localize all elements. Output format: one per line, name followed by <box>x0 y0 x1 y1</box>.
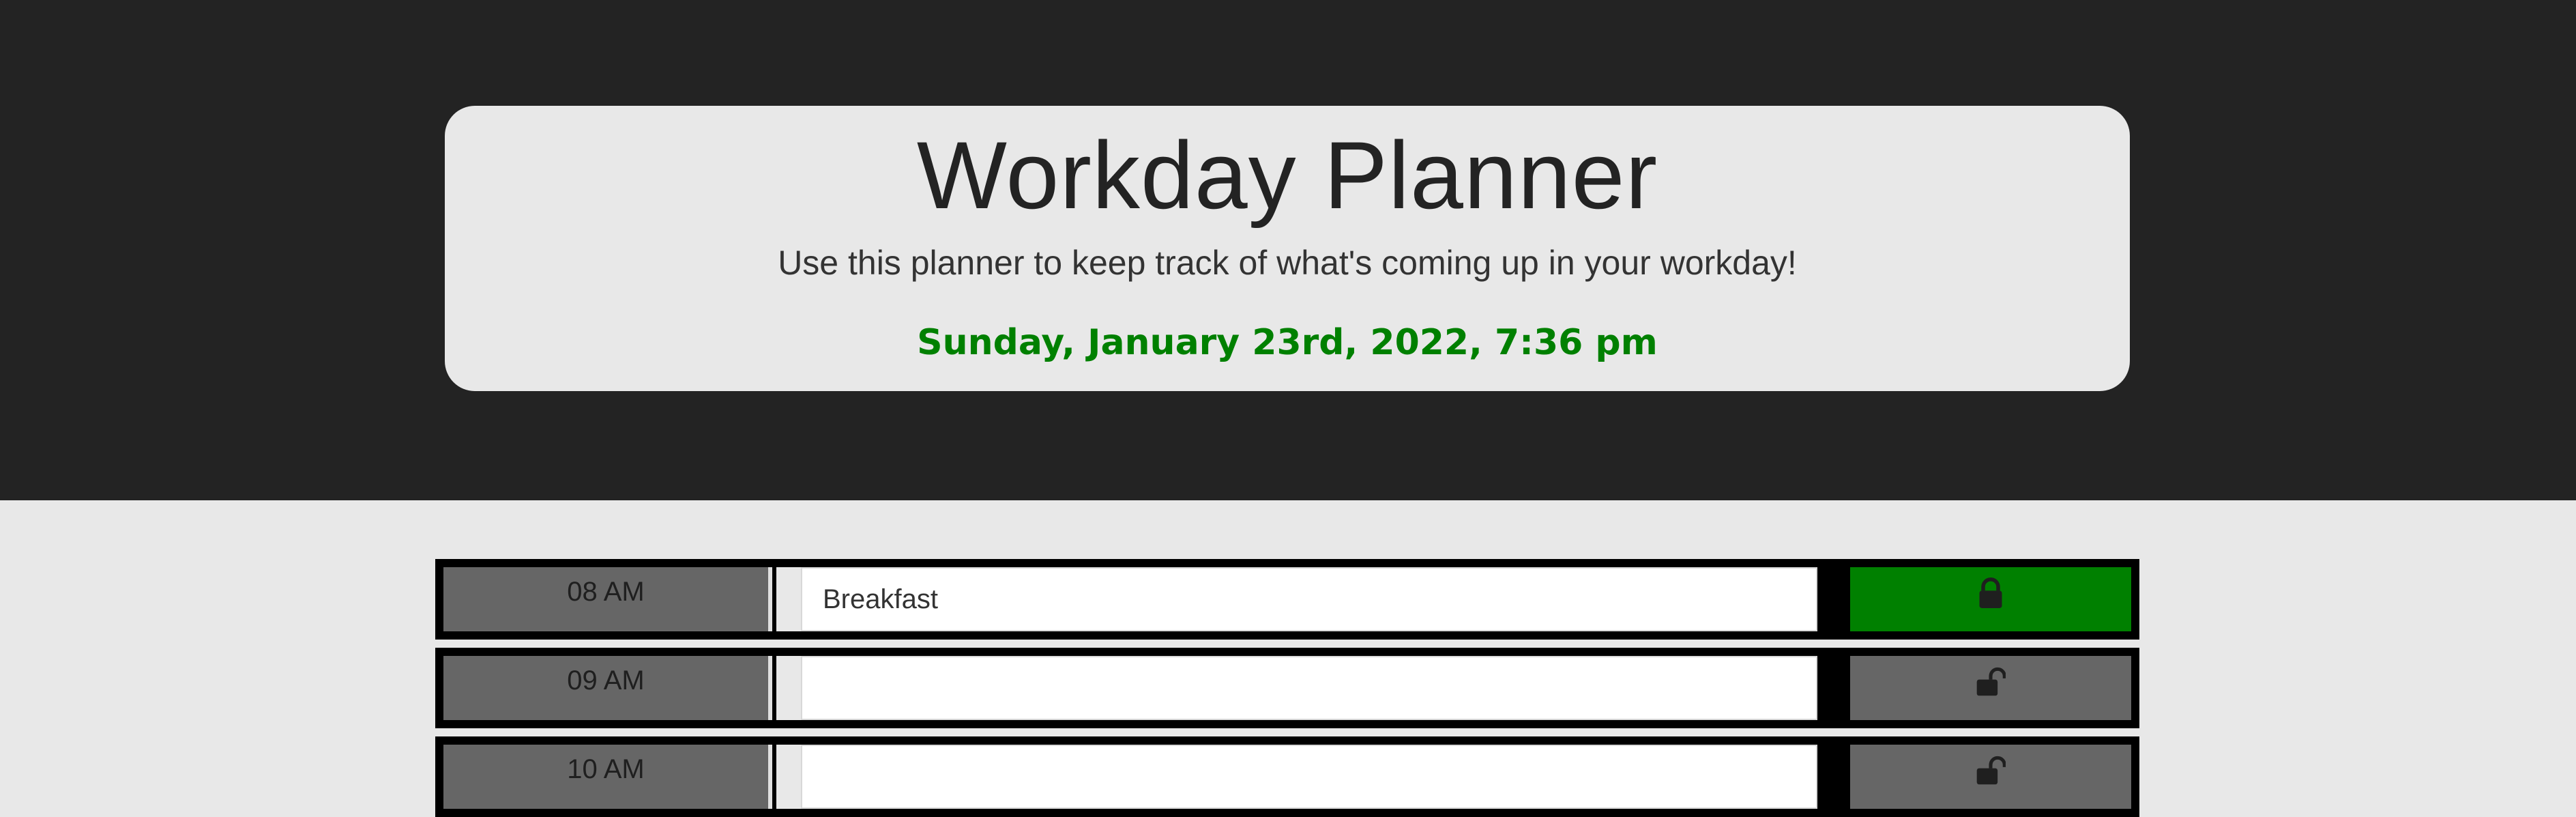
time-block-row: 10 AM <box>435 736 2139 817</box>
lock-icon <box>1979 577 2002 608</box>
unlock-icon <box>1976 667 2006 696</box>
header-jumbotron: Workday Planner Use this planner to keep… <box>445 106 2130 391</box>
unlock-icon <box>1976 756 2006 785</box>
current-date: Sunday, January 23rd, 2022, 7:36 pm <box>917 322 1658 363</box>
task-input[interactable] <box>801 745 1817 809</box>
task-input[interactable] <box>801 656 1817 720</box>
task-input[interactable] <box>801 567 1817 631</box>
hour-label: 10 AM <box>443 745 772 809</box>
save-button[interactable] <box>1850 656 2131 720</box>
hour-label: 08 AM <box>443 567 772 631</box>
time-block-row: 08 AM <box>435 559 2139 640</box>
page-title: Workday Planner <box>916 121 1658 229</box>
save-button[interactable] <box>1850 745 2131 809</box>
time-block-row: 09 AM <box>435 648 2139 728</box>
hour-label: 09 AM <box>443 656 772 720</box>
save-button[interactable] <box>1850 567 2131 631</box>
page-subtitle: Use this planner to keep track of what's… <box>778 244 1797 282</box>
